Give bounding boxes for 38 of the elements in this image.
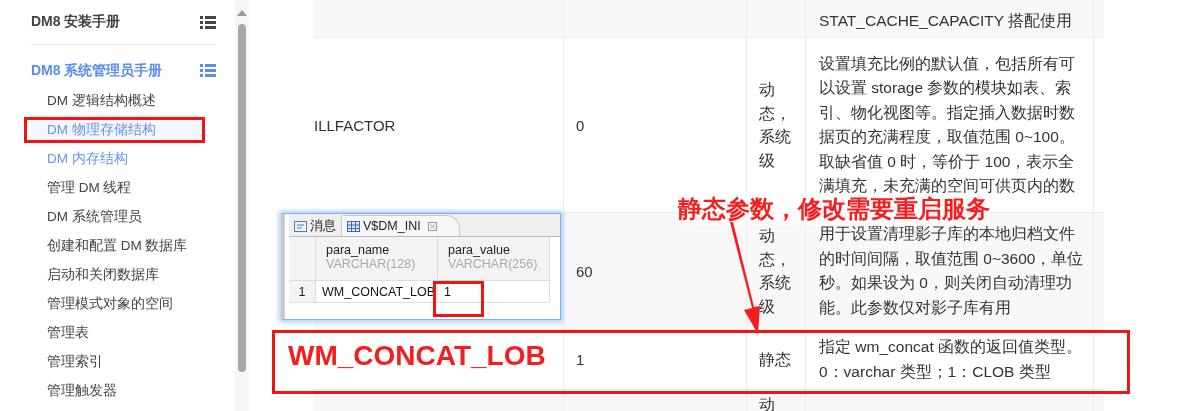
nav-item[interactable]: DM 系统管理员 [31,202,200,231]
result-tab[interactable]: 消息 [289,216,341,236]
table-cell: 1 [444,284,451,299]
column-header: para_name [326,243,391,257]
nav-item[interactable]: 管理 DM 线程 [31,173,200,202]
table-cell: 0 [576,116,585,134]
column-type: VARCHAR(128) [326,257,417,271]
result-tab[interactable]: V$DM_INI [341,215,460,236]
table-cell-text: 用于设置清理影子库的本地归档文件的时间间隔，取值范围 0~3600，单位秒。如果设为 0，则关闭自动清理功能。此参数仅对影子库有用 [819,224,1085,318]
annotation-text: 静态参数，修改需要重启服务 [678,193,990,225]
table-cell-text: 设置填充比例的默认值，包括所有可以设置 storage 参数的模块如表、索引、物化视图等。指定插入数据时数据页的充满程度，取值范围 0~100。取缺省值 0 时，等价于 100，表示全满填充，未充满的空间可供页内的数 [819,53,1076,196]
table-cell-text: STAT_CACHE_CAPACITY 搭配使用 [819,10,1073,31]
scrollbar[interactable] [235,0,249,411]
table-cell-text: 静态 [759,349,792,370]
table-cell: ILLFACTOR [314,116,396,134]
highlight-box [433,281,484,317]
row-number: 1 [298,284,306,299]
table-cell: WM_CONCAT_LOB [322,284,435,299]
table-cell: 60 [576,262,593,280]
table-cell-text: 指定 wm_concat 函数的返回值类型。0：varchar 类型；1：CLOB 类型 [819,337,1083,382]
column-header: para_value [448,243,511,257]
table-cell: 1 [576,351,585,368]
scroll-up-icon[interactable] [237,10,247,16]
nav-item[interactable]: 启动和关闭数据库 [31,260,200,289]
table-cell-text: 动态，系统级 [759,226,792,317]
nav-item[interactable]: 管理触发器 [31,376,200,405]
nav-item[interactable]: 管理模式对象的空间 [31,289,200,318]
list-icon[interactable] [200,15,216,29]
nav-item[interactable]: 管理索引 [31,347,200,376]
nav-item[interactable]: DM 逻辑结构概述 [31,86,200,115]
grid-icon [347,220,360,232]
section-title[interactable]: DM8 安装手册 [31,13,121,31]
nav-item[interactable]: 创建和配置 DM 数据库 [31,231,200,260]
close-icon[interactable] [427,221,437,231]
column-type: VARCHAR(256) [448,257,539,271]
message-icon [294,220,307,232]
table-cell-text: 动态，系统级 [759,80,792,171]
nav-item[interactable]: 管理表 [31,318,200,347]
